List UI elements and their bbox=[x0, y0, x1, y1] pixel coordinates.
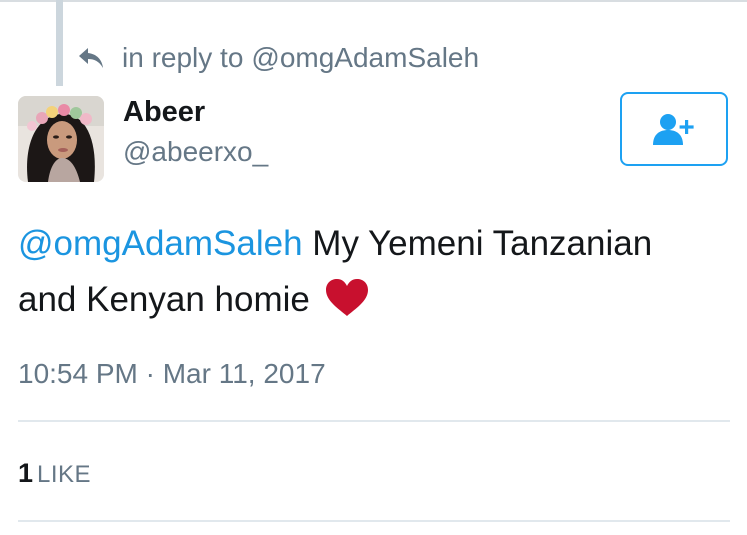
reply-prefix-text: in reply to bbox=[122, 42, 244, 73]
follow-button[interactable] bbox=[620, 92, 728, 166]
likes-label: LIKE bbox=[37, 461, 92, 488]
add-user-icon bbox=[653, 114, 694, 145]
likes-stat[interactable]: 1 LIKE bbox=[18, 456, 91, 492]
tweet-text-line2: and Kenyan homie bbox=[18, 280, 310, 319]
avatar[interactable] bbox=[18, 96, 104, 182]
reply-arrow-icon bbox=[79, 48, 103, 68]
author-display-name[interactable]: Abeer bbox=[123, 94, 205, 130]
tweet-timestamp[interactable]: 10:54 PM · Mar 11, 2017 bbox=[18, 356, 326, 392]
red-heart-icon bbox=[325, 278, 368, 316]
reply-context[interactable]: in reply to @omgAdamSaleh bbox=[76, 38, 479, 78]
user-avatar-photo bbox=[18, 96, 104, 182]
author-username[interactable]: @abeerxo_ bbox=[123, 134, 268, 170]
divider bbox=[18, 520, 730, 522]
tweet-text-line1: My Yemeni Tanzanian bbox=[302, 224, 653, 263]
reply-handle-link[interactable]: @omgAdamSaleh bbox=[251, 42, 479, 74]
top-border bbox=[0, 0, 747, 2]
tweet-mention-link[interactable]: @omgAdamSaleh bbox=[18, 224, 303, 263]
tweet-body: @omgAdamSaleh My Yemeni Tanzanian and Ke… bbox=[18, 216, 728, 328]
thread-connector-line bbox=[56, 0, 63, 86]
divider bbox=[18, 420, 730, 422]
likes-count: 1 bbox=[18, 458, 34, 488]
